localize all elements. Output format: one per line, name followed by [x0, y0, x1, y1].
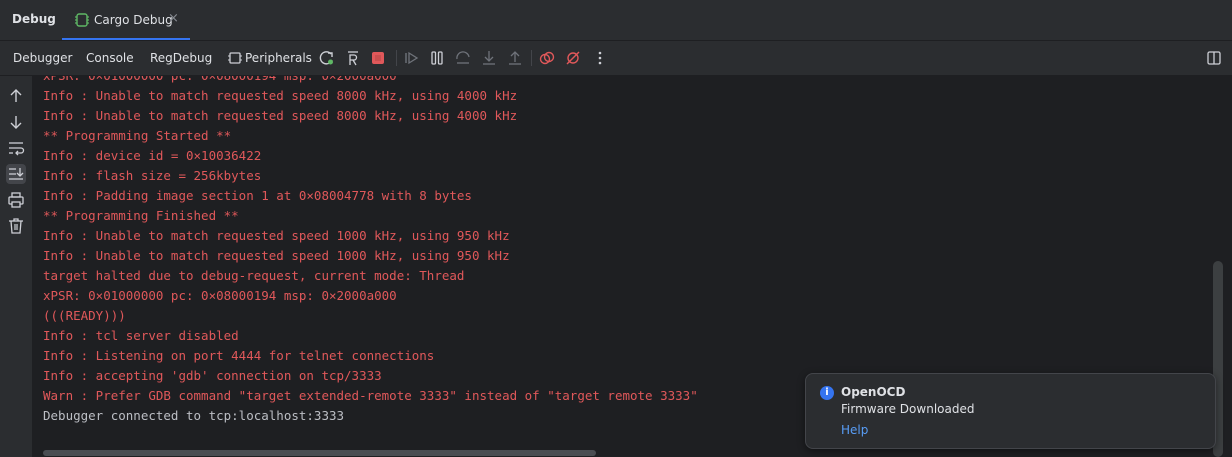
step-over-icon[interactable]	[454, 49, 472, 67]
toolbar-separator	[531, 50, 532, 66]
scroll-to-end-icon[interactable]	[6, 164, 26, 184]
trash-icon[interactable]	[6, 216, 26, 236]
console-line: xPSR: 0×01000000 pc: 0×08000194 msp: 0×2…	[43, 288, 397, 303]
console-line: Info : accepting 'gdb' connection on tcp…	[43, 368, 382, 383]
tab-console[interactable]: Console	[86, 51, 134, 65]
breakpoints-icon[interactable]	[538, 49, 556, 67]
up-arrow-icon[interactable]	[6, 86, 26, 106]
layout-icon[interactable]	[1205, 49, 1223, 67]
console-line: Info : Unable to match requested speed 1…	[43, 248, 510, 263]
tool-window-header: Debug Cargo Debug ×	[0, 0, 1232, 41]
tab-selected-indicator	[62, 38, 190, 40]
mute-breakpoints-icon[interactable]	[564, 49, 582, 67]
reset-icon[interactable]	[344, 49, 362, 67]
rerun-icon[interactable]	[318, 49, 336, 67]
step-into-icon[interactable]	[480, 49, 498, 67]
toolbar-separator	[396, 50, 397, 66]
tab-label: Cargo Debug	[94, 13, 173, 27]
tab-regdebug[interactable]: RegDebug	[150, 51, 212, 65]
console-line: Info : Unable to match requested speed 1…	[43, 228, 510, 243]
debug-toolbar: Debugger Console RegDebug Peripherals	[0, 41, 1232, 76]
resume-icon[interactable]	[402, 49, 420, 67]
console-line: ** Programming Finished **	[43, 208, 239, 223]
info-icon: i	[820, 386, 834, 400]
console-line: xPSR: 0×01000000 pc: 0×08000194 msp: 0×2…	[43, 76, 397, 86]
console-line: Debugger connected to tcp:localhost:3333	[43, 408, 345, 423]
cargo-debug-icon	[75, 13, 89, 27]
console-line: Info : flash size = 256kbytes	[43, 168, 262, 183]
notification-balloon: i OpenOCD Firmware Downloaded Help	[805, 373, 1216, 449]
horizontal-scrollbar[interactable]	[43, 450, 596, 456]
console-line: Info : tcl server disabled	[43, 328, 239, 343]
tab-debugger[interactable]: Debugger	[13, 51, 72, 65]
tab-peripherals-label: Peripherals	[245, 51, 312, 65]
console-line: Warn : Prefer GDB command "target extend…	[43, 388, 698, 403]
panel-title: Debug	[12, 12, 56, 26]
notification-body: Firmware Downloaded	[841, 402, 975, 416]
down-arrow-icon[interactable]	[6, 112, 26, 132]
console-line: Info : Unable to match requested speed 8…	[43, 108, 518, 123]
soft-wrap-icon[interactable]	[6, 138, 26, 158]
console-line: Info : Unable to match requested speed 8…	[43, 88, 518, 103]
console-line: (((READY)))	[43, 308, 126, 323]
print-icon[interactable]	[6, 190, 26, 210]
more-icon[interactable]	[591, 49, 609, 67]
console-line: target halted due to debug-request, curr…	[43, 268, 465, 283]
console-line: Info : Padding image section 1 at 0×0800…	[43, 188, 472, 203]
console-line: Info : device id = 0×10036422	[43, 148, 262, 163]
tab-cargo-debug[interactable]: Cargo Debug ×	[62, 0, 190, 40]
pause-icon[interactable]	[428, 49, 446, 67]
help-link[interactable]: Help	[841, 423, 868, 437]
notification-title: OpenOCD	[841, 385, 906, 399]
tab-peripherals[interactable]: Peripherals	[226, 41, 312, 75]
console-line: ** Programming Started **	[43, 128, 232, 143]
console-line: Info : Listening on port 4444 for telnet…	[43, 348, 435, 363]
chip-icon	[228, 52, 242, 64]
stop-icon[interactable]	[369, 49, 387, 67]
console-sidebar	[0, 76, 32, 457]
step-out-icon[interactable]	[506, 49, 524, 67]
close-icon[interactable]: ×	[168, 11, 179, 26]
